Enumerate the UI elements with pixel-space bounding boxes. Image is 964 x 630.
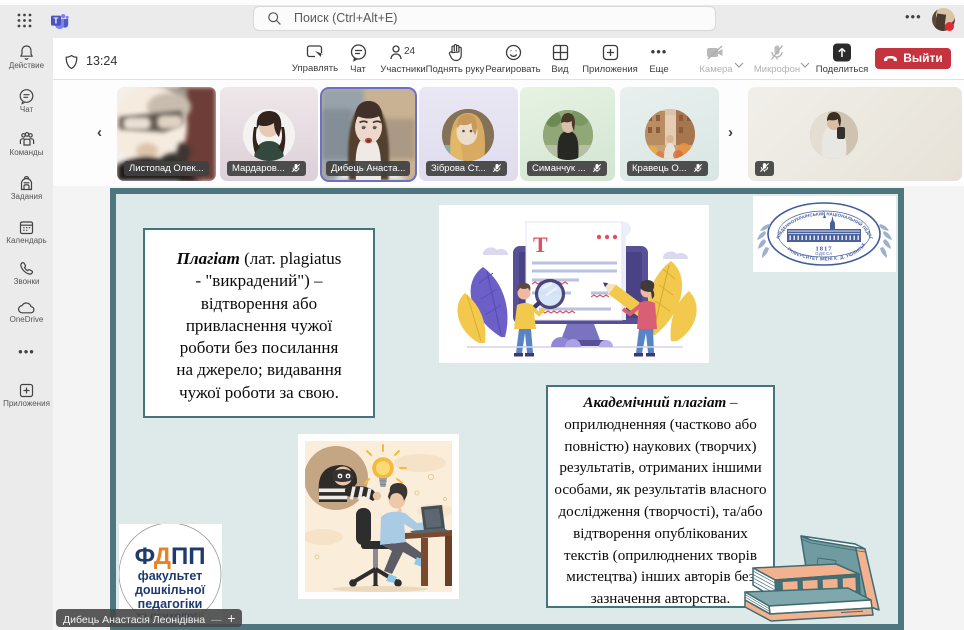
svg-text:T: T xyxy=(533,232,548,257)
svg-text:ОДЕСА: ОДЕСА xyxy=(815,251,833,256)
svg-text:T: T xyxy=(54,17,59,26)
svg-text:дошкільної: дошкільної xyxy=(135,583,206,597)
svg-text:24: 24 xyxy=(404,46,416,57)
svg-text:факультет: факультет xyxy=(138,569,203,583)
svg-text:ФДПП: ФДПП xyxy=(135,543,206,570)
